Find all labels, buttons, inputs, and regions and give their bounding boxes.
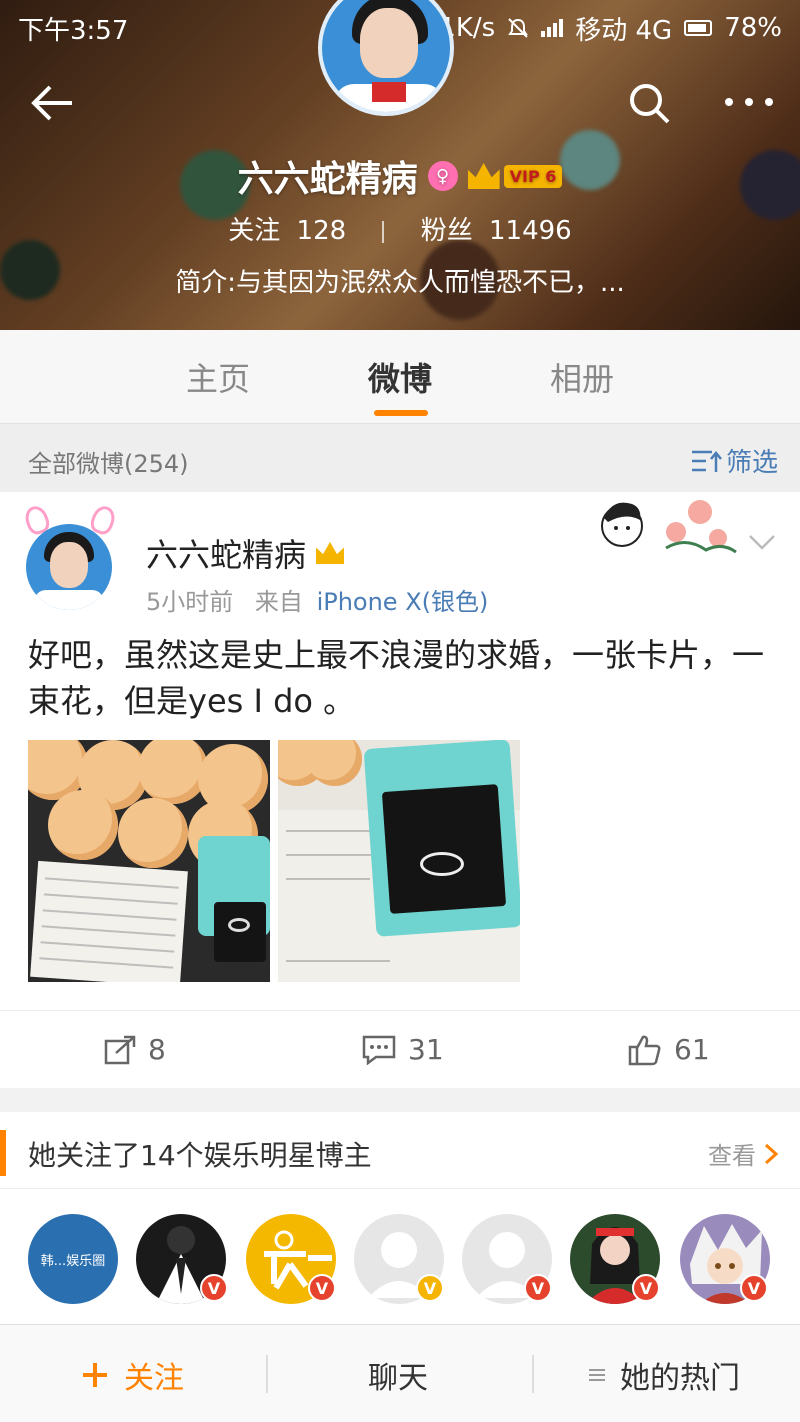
like-count: 61 (674, 1033, 710, 1066)
post-image[interactable] (28, 740, 270, 982)
profile-stats: 关注 128 粉丝 11496 (0, 210, 800, 247)
profile-name: 六六蛇精病 (237, 159, 418, 200)
verified-badge: V (524, 1274, 552, 1302)
chat-button[interactable]: 聊天 (368, 1353, 428, 1397)
comment-button[interactable]: 31 (362, 1033, 444, 1066)
tab-weibo[interactable]: 微博 (368, 354, 432, 400)
crown-icon (467, 163, 500, 189)
chevron-down-icon[interactable] (746, 532, 778, 552)
list-icon (589, 1369, 605, 1381)
hot-label: 她的热门 (620, 1361, 740, 1396)
filter-button[interactable]: 筛选 (690, 442, 778, 479)
profile-bio[interactable]: 简介:与其因为泯然众人而惶恐不已，... (0, 262, 800, 299)
view-label: 查看 (708, 1142, 756, 1170)
profile-tabs: 主页 微博 相册 (0, 330, 800, 424)
following-section: 她关注了14个娱乐明星博主 查看 韩...娱乐圈 V V V V V V (0, 1112, 800, 1324)
post-time: 5小时前 (146, 588, 234, 616)
vip-badge[interactable]: VIP 6 (467, 163, 563, 189)
back-arrow-icon[interactable] (28, 78, 78, 128)
post-source-prefix: 来自 (254, 588, 303, 616)
following-stat[interactable]: 关注 128 (228, 216, 354, 246)
thumbs-up-icon (628, 1035, 661, 1065)
status-time: 下午3:57 (18, 15, 129, 46)
post-meta: 5小时前 来自 iPhone X(银色) (146, 582, 488, 617)
verified-badge: V (308, 1274, 336, 1302)
comment-icon (362, 1035, 396, 1065)
carrier-label: 移动 4G (575, 15, 673, 46)
post-author-name[interactable]: 六六蛇精病 (146, 530, 306, 576)
bottom-divider (266, 1355, 268, 1393)
following-count: 128 (296, 216, 347, 246)
verified-badge: V (200, 1274, 228, 1302)
profile-avatar[interactable] (318, 0, 454, 116)
post-device[interactable]: iPhone X(银色) (317, 588, 489, 616)
view-following-button[interactable]: 查看 (708, 1136, 778, 1171)
post-image[interactable] (278, 740, 520, 982)
following-title: 她关注了14个娱乐明星博主 (28, 1139, 372, 1172)
battery-percent: 78% (724, 13, 782, 43)
chevron-right-icon (764, 1143, 778, 1164)
following-label: 关注 (228, 216, 281, 246)
vip-level: VIP 6 (503, 164, 563, 188)
filter-icon (691, 450, 722, 472)
filter-label: 筛选 (725, 448, 778, 478)
comment-count: 31 (408, 1033, 444, 1066)
post-actions: 8 31 61 (0, 1010, 800, 1088)
section-accent-bar (0, 1130, 6, 1176)
verified-badge: V (416, 1274, 444, 1302)
tab-album[interactable]: 相册 (550, 354, 614, 400)
repost-button[interactable]: 8 (104, 1033, 166, 1066)
filter-bar: 全部微博(254) 筛选 (0, 424, 800, 492)
card-decoration-icon (601, 500, 737, 554)
profile-name-row: 六六蛇精病 ♀ VIP 6 (0, 150, 800, 202)
like-button[interactable]: 61 (628, 1033, 710, 1066)
verified-badge: V (632, 1274, 660, 1302)
followers-stat[interactable]: 粉丝 11496 (421, 216, 572, 246)
stats-divider (382, 220, 385, 243)
section-divider (0, 1188, 800, 1189)
weibo-post: 六六蛇精病 5小时前 来自 iPhone X(银色) 好吧，虽然这是史上最不浪漫… (0, 492, 800, 1088)
signal-icon (541, 19, 564, 37)
active-tab-indicator (374, 410, 428, 416)
follow-label: 关注 (124, 1361, 184, 1396)
post-author-avatar[interactable] (26, 524, 112, 610)
battery-icon (684, 20, 713, 36)
followed-avatar-label: 韩...娱乐圈 (40, 1253, 106, 1269)
mute-icon (508, 18, 529, 38)
more-options-icon[interactable] (722, 92, 776, 112)
vip-crown-icon (316, 542, 345, 564)
followers-label: 粉丝 (420, 216, 473, 246)
tab-home[interactable]: 主页 (186, 354, 250, 400)
profile-header: 下午3:57 ... 1.31K/s 移动 4G 78% 六 (0, 0, 800, 330)
followers-count: 11496 (489, 216, 572, 246)
chat-label: 聊天 (368, 1361, 428, 1396)
female-icon: ♀ (427, 161, 458, 191)
repost-count: 8 (148, 1033, 166, 1066)
follow-button[interactable]: 关注 (80, 1353, 184, 1397)
search-icon[interactable] (628, 82, 672, 126)
all-posts-count: 全部微博(254) (28, 450, 189, 478)
plus-icon (83, 1363, 107, 1387)
post-text: 好吧，虽然这是史上最不浪漫的求婚，一张卡片，一束花，但是yes I do 。 (28, 636, 765, 720)
bottom-divider (532, 1355, 534, 1393)
bottom-action-bar: 关注 聊天 她的热门 (0, 1324, 800, 1422)
post-author-row: 六六蛇精病 (146, 530, 345, 576)
verified-badge: V (740, 1274, 768, 1302)
hot-posts-button[interactable]: 她的热门 (588, 1353, 740, 1397)
followed-avatar[interactable]: 韩...娱乐圈 (28, 1214, 118, 1304)
repost-icon (104, 1035, 136, 1064)
